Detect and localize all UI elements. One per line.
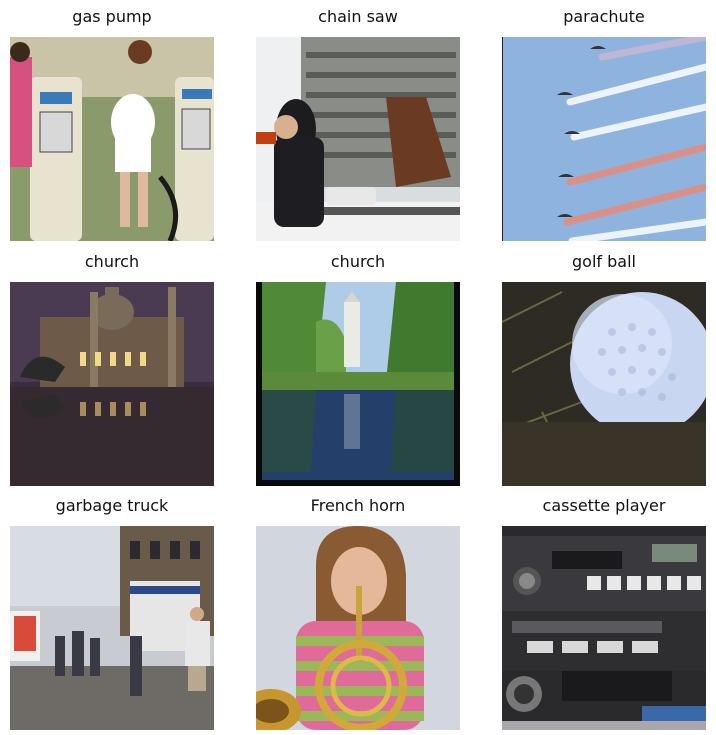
parachute-image (502, 37, 706, 241)
church-image (256, 282, 460, 486)
image-label: chain saw (318, 7, 398, 26)
garbage-truck-image (10, 526, 214, 730)
image-label: French horn (310, 496, 406, 515)
image-label: parachute (563, 7, 645, 26)
image-label: church (84, 252, 140, 271)
cassette-player-image (502, 526, 706, 730)
chain-saw-image (256, 37, 460, 241)
image-label: church (330, 252, 386, 271)
french-horn-image (256, 526, 460, 730)
image-label: garbage truck (55, 496, 169, 515)
gas-pump-image (10, 37, 214, 241)
image-label: cassette player (542, 496, 666, 515)
golf-ball-image (502, 282, 706, 486)
image-label: golf ball (572, 252, 636, 271)
image-label: gas pump (72, 7, 152, 26)
church-image (10, 282, 214, 486)
